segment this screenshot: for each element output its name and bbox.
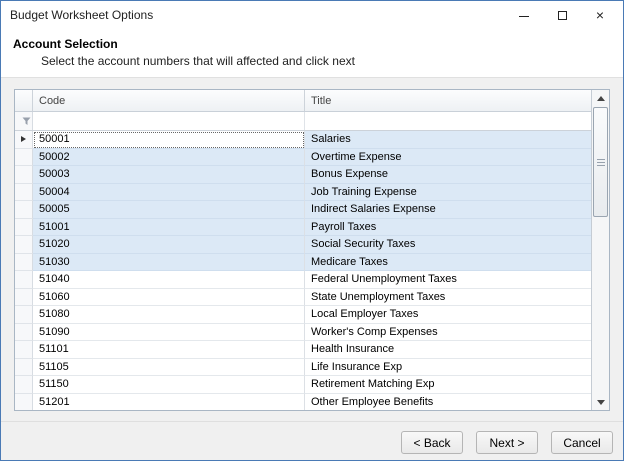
row-indicator[interactable] [15,149,33,167]
code-cell[interactable]: 51060 [33,289,305,307]
row-indicator[interactable] [15,324,33,342]
filter-title-cell[interactable] [305,112,591,130]
title-cell[interactable]: Federal Unemployment Taxes [305,271,591,289]
window-controls: × [505,1,623,29]
table-row[interactable]: 51101 Health Insurance [15,341,591,359]
table-row[interactable]: 50005 Indirect Salaries Expense [15,201,591,219]
code-cell[interactable]: 51090 [33,324,305,342]
table-row[interactable]: 51105 Life Insurance Exp [15,359,591,377]
code-cell[interactable]: 51150 [33,376,305,394]
titlebar[interactable]: Budget Worksheet Options × [1,1,623,29]
content-area: Code Title 50001 Salaries [1,78,623,460]
grid-main: Code Title 50001 Salaries [15,90,591,410]
maximize-icon[interactable] [543,1,581,29]
code-cell[interactable]: 50005 [33,201,305,219]
grid-header-row: Code Title [15,90,591,112]
title-cell[interactable]: Salaries [305,131,591,149]
row-indicator[interactable] [15,271,33,289]
row-indicator[interactable] [15,201,33,219]
filter-code-cell[interactable] [33,112,305,130]
title-cell[interactable]: Indirect Salaries Expense [305,201,591,219]
table-row[interactable]: 51150 Retirement Matching Exp [15,376,591,394]
title-cell[interactable]: Health Insurance [305,341,591,359]
code-cell[interactable]: 51001 [33,219,305,237]
page-subtitle: Select the account numbers that will aff… [41,54,623,68]
table-row[interactable]: 50004 Job Training Expense [15,184,591,202]
code-cell[interactable]: 51201 [33,394,305,411]
title-cell[interactable]: Overtime Expense [305,149,591,167]
table-row[interactable]: 51040 Federal Unemployment Taxes [15,271,591,289]
title-cell[interactable]: Payroll Taxes [305,219,591,237]
code-cell[interactable]: 51030 [33,254,305,272]
row-indicator[interactable] [15,376,33,394]
footer-divider [1,421,623,422]
column-header-code[interactable]: Code [33,90,305,111]
table-row[interactable]: 51060 State Unemployment Taxes [15,289,591,307]
close-icon[interactable]: × [581,1,619,29]
title-cell[interactable]: Local Employer Taxes [305,306,591,324]
code-cell[interactable]: 51040 [33,271,305,289]
row-indicator[interactable] [15,341,33,359]
table-row[interactable]: 51001 Payroll Taxes [15,219,591,237]
code-cell[interactable]: 51080 [33,306,305,324]
table-row[interactable]: 51080 Local Employer Taxes [15,306,591,324]
code-cell[interactable]: 50003 [33,166,305,184]
grid-rows: 50001 Salaries 50002 Overtime Expense 50… [15,131,591,410]
row-indicator[interactable] [15,289,33,307]
back-button[interactable]: < Back [401,431,463,454]
accounts-grid: Code Title 50001 Salaries [14,89,610,411]
title-cell[interactable]: Worker's Comp Expenses [305,324,591,342]
row-indicator[interactable] [15,236,33,254]
wizard-header: Account Selection Select the account num… [1,29,623,78]
column-header-title[interactable]: Title [305,90,591,111]
row-indicator[interactable] [15,254,33,272]
title-cell[interactable]: Job Training Expense [305,184,591,202]
minimize-icon[interactable] [505,1,543,29]
scrollbar-track[interactable] [592,106,609,394]
row-indicator[interactable] [15,219,33,237]
table-row[interactable]: 51020 Social Security Taxes [15,236,591,254]
scrollbar-thumb[interactable] [593,107,608,217]
title-cell[interactable]: Other Employee Benefits [305,394,591,411]
vertical-scrollbar[interactable] [591,90,609,410]
header-indicator-cell [15,90,33,111]
row-indicator[interactable] [15,166,33,184]
row-indicator[interactable] [15,359,33,377]
row-indicator[interactable] [15,394,33,411]
code-cell[interactable]: 50002 [33,149,305,167]
row-indicator[interactable] [15,131,33,149]
title-cell[interactable]: Social Security Taxes [305,236,591,254]
scroll-down-icon[interactable] [592,394,609,410]
table-row[interactable]: 50003 Bonus Expense [15,166,591,184]
next-button[interactable]: Next > [476,431,538,454]
title-cell[interactable]: Medicare Taxes [305,254,591,272]
code-cell[interactable]: 50001 [33,131,305,149]
code-cell[interactable]: 51020 [33,236,305,254]
table-row[interactable]: 51030 Medicare Taxes [15,254,591,272]
scroll-up-icon[interactable] [592,90,609,106]
window-title: Budget Worksheet Options [1,8,153,22]
title-cell[interactable]: Bonus Expense [305,166,591,184]
title-cell[interactable]: Life Insurance Exp [305,359,591,377]
title-cell[interactable]: Retirement Matching Exp [305,376,591,394]
table-row[interactable]: 51201 Other Employee Benefits [15,394,591,411]
row-indicator[interactable] [15,184,33,202]
dialog-budget-worksheet-options: Budget Worksheet Options × Account Selec… [0,0,624,461]
filter-icon [22,117,31,126]
title-cell[interactable]: State Unemployment Taxes [305,289,591,307]
page-title: Account Selection [13,37,623,51]
cancel-button[interactable]: Cancel [551,431,613,454]
code-cell[interactable]: 51105 [33,359,305,377]
wizard-buttons: < Back Next > Cancel [401,431,613,454]
code-cell[interactable]: 50004 [33,184,305,202]
current-row-arrow-icon [21,136,26,142]
row-indicator[interactable] [15,306,33,324]
table-row[interactable]: 50002 Overtime Expense [15,149,591,167]
filter-indicator-cell [15,112,33,130]
thumb-grip-icon [597,159,605,166]
code-cell[interactable]: 51101 [33,341,305,359]
auto-filter-row [15,112,591,131]
table-row[interactable]: 51090 Worker's Comp Expenses [15,324,591,342]
table-row[interactable]: 50001 Salaries [15,131,591,149]
